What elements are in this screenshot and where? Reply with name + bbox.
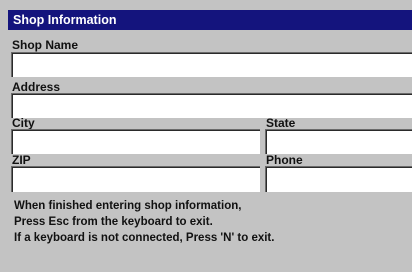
address-field[interactable] — [11, 93, 412, 118]
instruction-line: If a keyboard is not connected, Press 'N… — [14, 232, 275, 244]
phone-field[interactable] — [265, 166, 412, 192]
shop-name-field[interactable] — [11, 52, 412, 77]
shop-name-label: Shop Name — [12, 38, 79, 52]
shop-information-window: Shop Information Shop Name Address City … — [0, 0, 412, 272]
instructions-text: When finished entering shop information,… — [14, 198, 274, 246]
city-field[interactable] — [11, 129, 260, 154]
instruction-line: When finished entering shop information, — [14, 200, 242, 212]
state-field[interactable] — [265, 129, 412, 154]
window-title: Shop Information — [8, 10, 412, 30]
instruction-line: Press Esc from the keyboard to exit. — [14, 216, 213, 228]
shop-form: Shop Name Address City State ZIP Phone W… — [8, 30, 412, 272]
zip-field[interactable] — [11, 166, 260, 192]
